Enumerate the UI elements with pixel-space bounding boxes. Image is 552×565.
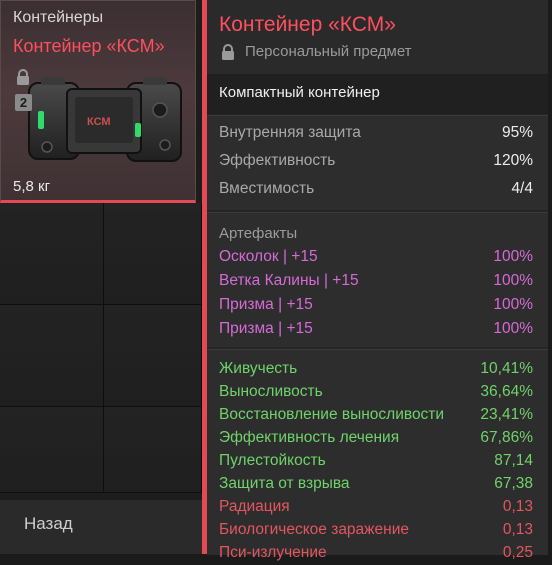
category-label: Контейнеры (13, 9, 104, 26)
tooltip-subtitle: Персональный предмет (245, 43, 412, 60)
artifact-value: 100% (493, 320, 533, 337)
tooltip-header: Контейнер «КСМ» Персональный предмет (207, 0, 548, 75)
screen-edge (548, 0, 552, 554)
effect-value: 23,41% (480, 406, 533, 423)
inventory-slot[interactable] (104, 305, 202, 407)
effect-label: Пси-излучение (219, 544, 327, 561)
item-weight: 5,8 кг (13, 178, 51, 195)
card-item-name: Контейнер «КСМ» (13, 36, 165, 56)
effect-row: Живучесть 10,41% (219, 357, 533, 381)
artifact-label: Призма | +15 (219, 320, 313, 337)
effect-row: Радиация 0,13 (219, 495, 533, 519)
inventory-slot[interactable] (0, 305, 104, 407)
tooltip-title: Контейнер «КСМ» (219, 13, 396, 36)
artifact-label: Ветка Калины | +15 (219, 272, 359, 289)
effect-label: Биологическое заражение (219, 521, 410, 538)
effect-value: 87,14 (494, 452, 533, 469)
artifact-row: Осколок | +15 100% (219, 245, 533, 269)
effect-label: Пулестойкость (219, 452, 326, 469)
effect-row: Выносливость 36,64% (219, 380, 533, 404)
inventory-slot[interactable] (0, 407, 104, 493)
effect-label: Радиация (219, 498, 290, 515)
effect-label: Живучесть (219, 360, 298, 377)
artifacts-heading: Артефакты (219, 225, 298, 242)
artifact-row: Призма | +15 100% (219, 293, 533, 317)
stat-label: Эффективность (219, 152, 336, 169)
effect-row: Эффективность лечения 67,86% (219, 426, 533, 450)
selected-item-card[interactable]: Контейнеры Контейнер «КСМ» КСМ 2 5,8 кг (0, 0, 196, 203)
stat-row: Эффективность 120% (219, 149, 533, 173)
stat-value: 120% (493, 152, 533, 169)
stat-row: Вместимость 4/4 (219, 177, 533, 201)
artifact-row: Призма | +15 100% (219, 317, 533, 341)
effect-value: 67,86% (480, 429, 533, 446)
stat-row: Внутренняя защита 95% (219, 121, 533, 145)
effect-value: 0,13 (502, 521, 533, 538)
inventory-slot[interactable] (104, 203, 202, 305)
container-label-text: КСМ (87, 116, 111, 128)
artifact-value: 100% (493, 296, 533, 313)
effect-value: 0,13 (502, 498, 533, 515)
artifact-value: 100% (493, 248, 533, 265)
effect-row: Пулестойкость 87,14 (219, 449, 533, 473)
inventory-slot[interactable] (104, 407, 202, 493)
effect-value: 67,38 (494, 475, 533, 492)
description-section: Компактный контейнер (207, 74, 548, 114)
item-tooltip: Контейнер «КСМ» Персональный предмет Ком… (202, 0, 548, 561)
item-description: Компактный контейнер (219, 84, 380, 101)
effect-value: 36,64% (480, 383, 533, 400)
inventory-slot[interactable] (0, 203, 104, 305)
artifact-label: Призма | +15 (219, 296, 313, 313)
stat-value: 95% (501, 124, 533, 141)
artifacts-section: Артефакты Осколок | +15 100% Ветка Калин… (207, 212, 548, 347)
effect-row: Биологическое заражение 0,13 (219, 518, 533, 542)
stat-value: 4/4 (511, 180, 533, 197)
tier-badge: 2 (15, 94, 32, 111)
effect-row: Пси-излучение 0,25 (219, 541, 533, 565)
lock-icon (17, 69, 29, 85)
inventory-panel: Назад Контейнеры Контейнер «КСМ» КСМ 2 5… (0, 0, 202, 554)
effect-row: Восстановление выносливости 23,41% (219, 403, 533, 427)
basic-stats-section: Внутренняя защита 95% Эффективность 120%… (207, 115, 548, 210)
effect-label: Защита от взрыва (219, 475, 350, 492)
stat-label: Вместимость (219, 180, 315, 197)
container-image: КСМ (28, 77, 182, 162)
effect-value: 10,41% (480, 360, 533, 377)
effects-section: Живучесть 10,41% Выносливость 36,64% Вос… (207, 349, 548, 561)
back-button[interactable]: Назад (24, 514, 73, 534)
effect-row: Защита от взрыва 67,38 (219, 472, 533, 496)
effect-label: Восстановление выносливости (219, 406, 445, 423)
artifact-label: Осколок | +15 (219, 248, 318, 265)
artifact-value: 100% (493, 272, 533, 289)
effect-label: Выносливость (219, 383, 323, 400)
lock-icon (222, 44, 234, 60)
effect-value: 0,25 (502, 544, 533, 561)
artifact-row: Ветка Калины | +15 100% (219, 269, 533, 293)
stat-label: Внутренняя защита (219, 124, 361, 141)
effect-label: Эффективность лечения (219, 429, 400, 446)
inventory-grid (0, 203, 202, 493)
